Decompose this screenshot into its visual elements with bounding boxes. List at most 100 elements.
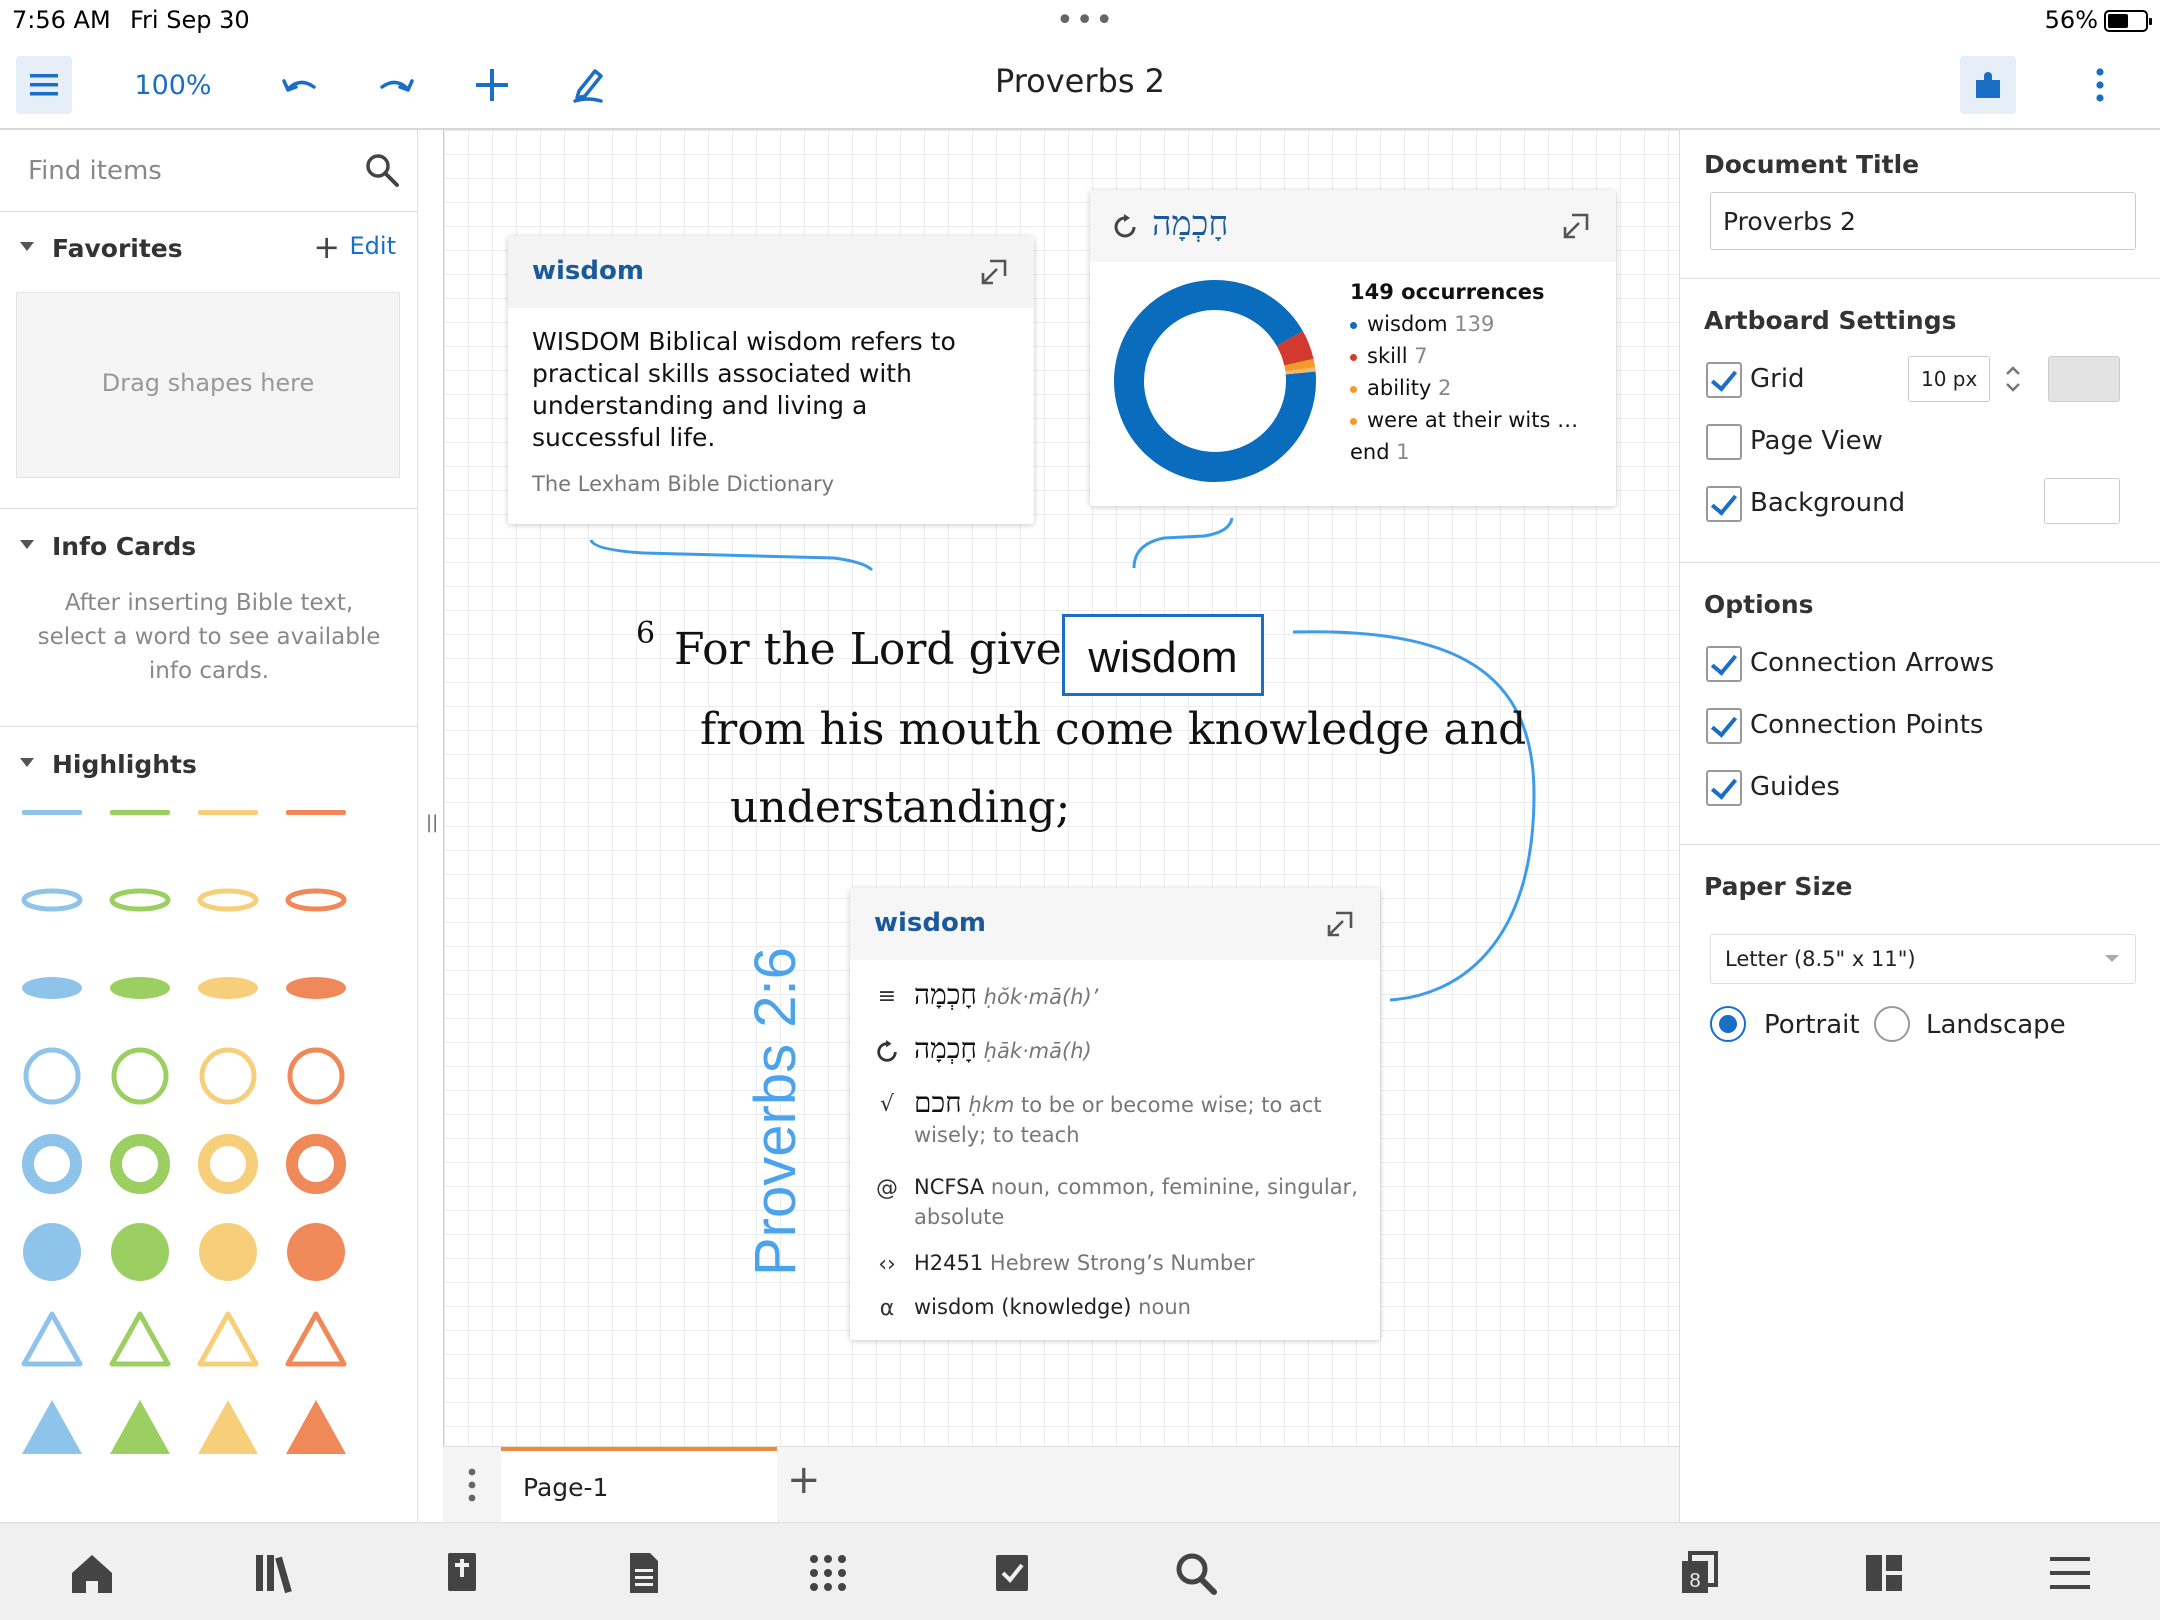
more-options-button[interactable]	[2070, 56, 2130, 114]
grid-checkbox[interactable]	[1706, 362, 1742, 398]
highlight-style-swatch[interactable]	[110, 1400, 170, 1454]
highlight-style-swatch[interactable]	[285, 1311, 347, 1367]
info-cards-header[interactable]: Info Cards	[0, 522, 418, 572]
tab-page-1[interactable]: Page-1	[501, 1447, 777, 1523]
document-title-field[interactable]: Proverbs 2	[1710, 192, 2136, 250]
verse-line-2[interactable]: from his mouth come knowledge and	[700, 704, 1526, 755]
library-icon[interactable]	[252, 1551, 300, 1595]
dictionary-info-card[interactable]: wisdom WISDOM Biblical wisdom refers to …	[508, 236, 1034, 524]
highlight-style-swatch[interactable]	[198, 977, 258, 999]
grid-color-swatch[interactable]	[2048, 356, 2120, 402]
highlight-style-swatch[interactable]	[23, 1047, 81, 1105]
home-icon[interactable]	[68, 1551, 116, 1595]
highlight-style-swatch[interactable]	[22, 1400, 82, 1454]
portrait-radio[interactable]	[1710, 1006, 1746, 1042]
highlight-style-swatch[interactable]	[286, 977, 346, 999]
multitasking-dots-icon[interactable]: •••	[1056, 6, 1115, 36]
popout-icon[interactable]	[1326, 910, 1354, 938]
collapse-triangle-icon[interactable]	[20, 540, 34, 549]
highlight-style-swatch[interactable]	[111, 1223, 169, 1281]
highlight-style-swatch[interactable]	[287, 1223, 345, 1281]
donut-slice[interactable]	[1276, 331, 1314, 366]
page-options-icon[interactable]	[467, 1467, 477, 1503]
search-icon[interactable]	[364, 152, 400, 188]
draw-button[interactable]	[558, 56, 618, 114]
highlight-style-swatch[interactable]	[197, 1311, 259, 1367]
highlight-style-swatch[interactable]	[286, 1134, 346, 1194]
bible-icon[interactable]	[438, 1551, 486, 1595]
menu-button[interactable]	[16, 56, 72, 114]
paper-size-select[interactable]: Letter (8.5" x 11")	[1710, 934, 2136, 984]
occurrence-item[interactable]: end 1	[1350, 440, 1410, 464]
guides-checkbox[interactable]	[1706, 770, 1742, 806]
word-row-lemma[interactable]: ≡ חָכְמָה ḥŏk·mā(h)’	[874, 980, 1364, 1012]
collapse-triangle-icon[interactable]	[20, 242, 34, 251]
zoom-level-button[interactable]: 100%	[128, 56, 218, 114]
find-items-search[interactable]: Find items	[0, 130, 418, 212]
grid-size-field[interactable]: 10 px	[1908, 356, 1990, 402]
search-icon[interactable]	[1172, 1551, 1220, 1595]
highlight-style-swatch[interactable]	[22, 977, 82, 999]
highlight-style-swatch[interactable]	[197, 888, 259, 912]
highlight-style-swatch[interactable]	[286, 810, 346, 815]
favorites-drop-zone[interactable]: Drag shapes here	[16, 292, 400, 478]
highlight-style-swatch[interactable]	[109, 888, 171, 912]
highlight-style-swatch[interactable]	[21, 888, 83, 912]
collapse-triangle-icon[interactable]	[20, 758, 34, 767]
highlight-style-swatch[interactable]	[23, 1223, 81, 1281]
word-row-sense[interactable]: α wisdom (knowledge) noun	[874, 1292, 1364, 1322]
occurrence-item[interactable]: wisdom 139	[1350, 312, 1494, 336]
highlights-header[interactable]: Highlights	[0, 740, 418, 790]
word-row-strongs[interactable]: ‹› H2451 Hebrew Strong’s Number	[874, 1248, 1364, 1278]
verse-line-1[interactable]: For the Lord gives	[674, 624, 1084, 675]
background-checkbox[interactable]	[1706, 486, 1742, 522]
highlight-style-swatch[interactable]	[111, 1047, 169, 1105]
occurrence-item[interactable]: ability 2	[1350, 376, 1451, 400]
word-row-morphology[interactable]: @ NCFSA noun, common, feminine, singular…	[874, 1172, 1364, 1232]
verse-reference-label[interactable]: Proverbs 2:6	[742, 947, 809, 1276]
highlight-style-swatch[interactable]	[110, 1134, 170, 1194]
highlight-style-swatch[interactable]	[22, 810, 82, 815]
add-favorite-icon[interactable]: +	[313, 228, 340, 266]
highlight-style-swatch[interactable]	[110, 977, 170, 999]
selected-word-box[interactable]: wisdom	[1062, 614, 1264, 696]
word-row-root[interactable]: √ חכם ḥkm to be or become wise; to act w…	[874, 1088, 1364, 1150]
redo-button[interactable]	[366, 56, 426, 114]
highlight-style-swatch[interactable]	[198, 1134, 258, 1194]
highlight-style-swatch[interactable]	[285, 888, 347, 912]
verse-line-3[interactable]: understanding;	[730, 782, 1070, 833]
artboard-canvas[interactable]: wisdom WISDOM Biblical wisdom refers to …	[443, 130, 1679, 1446]
word-row-root-form[interactable]: חָכְמָה ḥāk·mā(h)	[874, 1034, 1364, 1066]
panels-icon[interactable]: 8	[1676, 1551, 1724, 1595]
highlight-style-swatch[interactable]	[110, 810, 170, 815]
panel-splitter-handle[interactable]: ||	[426, 812, 438, 833]
checklist-icon[interactable]	[988, 1551, 1036, 1595]
page-view-checkbox[interactable]	[1706, 424, 1742, 460]
highlight-style-swatch[interactable]	[199, 1223, 257, 1281]
highlight-style-swatch[interactable]	[287, 1047, 345, 1105]
popout-icon[interactable]	[980, 258, 1008, 286]
donut-slice[interactable]	[1114, 280, 1316, 482]
occurrences-donut-chart[interactable]	[1112, 278, 1318, 484]
occurrence-item[interactable]: skill 7	[1350, 344, 1428, 368]
add-button[interactable]	[462, 56, 522, 114]
card-source[interactable]: The Lexham Bible Dictionary	[532, 472, 834, 496]
highlight-style-swatch[interactable]	[286, 1400, 346, 1454]
search-input[interactable]: Find items	[28, 156, 162, 186]
favorites-header[interactable]: Favorites + Edit	[0, 224, 418, 274]
menu-icon[interactable]	[2046, 1551, 2094, 1595]
apps-grid-icon[interactable]	[804, 1551, 852, 1595]
highlight-style-swatch[interactable]	[199, 1047, 257, 1105]
word-info-card[interactable]: wisdom ≡ חָכְמָה ḥŏk·mā(h)’ חָכְמָה ḥāk·…	[850, 888, 1380, 1340]
background-color-swatch[interactable]	[2044, 478, 2120, 524]
highlight-style-swatch[interactable]	[21, 1311, 83, 1367]
undo-button[interactable]	[270, 56, 330, 114]
landscape-radio[interactable]	[1874, 1006, 1910, 1042]
connection-arrows-checkbox[interactable]	[1706, 646, 1742, 682]
donut-slice[interactable]	[1284, 358, 1316, 372]
grid-size-stepper[interactable]	[1998, 356, 2028, 402]
favorites-edit-link[interactable]: Edit	[350, 232, 396, 260]
highlight-style-swatch[interactable]	[198, 810, 258, 815]
occurrences-info-card[interactable]: חָכְמָה 149 occurrences wisdom 139 skill …	[1090, 190, 1616, 506]
extensions-button[interactable]	[1960, 56, 2016, 114]
